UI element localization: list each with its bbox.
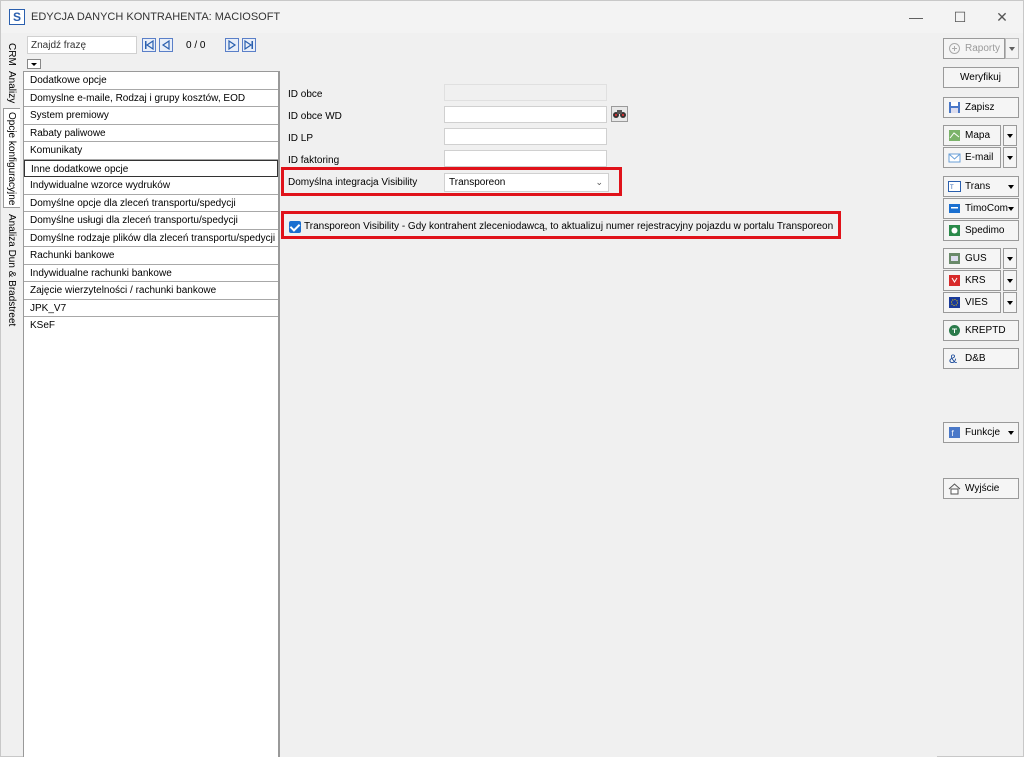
tab-analizy[interactable]: Analizy bbox=[3, 67, 20, 107]
raporty-dropdown[interactable] bbox=[1005, 38, 1019, 59]
mapa-button[interactable]: Mapa bbox=[943, 125, 1001, 146]
spedimo-button[interactable]: Spedimo bbox=[943, 220, 1019, 241]
list-filter-dropdown[interactable] bbox=[27, 59, 41, 69]
close-button[interactable]: ✕ bbox=[987, 7, 1017, 27]
window-title: EDYCJA DANYCH KONTRAHENTA: MACIOSOFT bbox=[31, 11, 281, 23]
binoculars-search-icon[interactable] bbox=[611, 106, 628, 122]
minimize-button[interactable]: — bbox=[901, 7, 931, 27]
id-obce-wd-label: ID obce WD bbox=[288, 111, 342, 122]
mapa-dropdown[interactable] bbox=[1003, 125, 1017, 146]
title-bar: S EDYCJA DANYCH KONTRAHENTA: MACIOSOFT —… bbox=[1, 1, 1023, 33]
eu-flag-icon bbox=[949, 297, 960, 308]
timocom-logo-icon bbox=[949, 204, 960, 213]
zapisz-button[interactable]: Zapisz bbox=[943, 97, 1019, 118]
id-faktoring-label: ID faktoring bbox=[288, 155, 340, 166]
envelope-icon bbox=[948, 153, 961, 163]
dnb-button[interactable]: & D&B bbox=[943, 348, 1019, 369]
raporty-button[interactable]: Raporty bbox=[943, 38, 1005, 59]
id-obce-field bbox=[444, 84, 607, 101]
krs-emblem-icon bbox=[949, 275, 960, 286]
list-item[interactable]: KSeF bbox=[24, 317, 278, 335]
gus-dropdown[interactable] bbox=[1003, 248, 1017, 269]
search-input[interactable]: Znajdź frazę bbox=[27, 36, 137, 54]
transporeon-visibility-checkbox[interactable] bbox=[289, 221, 301, 233]
visibility-integration-select[interactable]: Transporeon ⌄ bbox=[444, 173, 609, 192]
email-dropdown[interactable] bbox=[1003, 147, 1017, 168]
wyjscie-button[interactable]: Wyjście bbox=[943, 478, 1019, 499]
svg-text:&: & bbox=[949, 352, 957, 365]
chevron-down-icon: ⌄ bbox=[595, 177, 603, 187]
svg-text:T: T bbox=[950, 185, 954, 191]
tab-analiza-dnb[interactable]: Analiza Dun & Bradstreet bbox=[3, 210, 20, 330]
contractor-edit-window: S EDYCJA DANYCH KONTRAHENTA: MACIOSOFT —… bbox=[0, 0, 1024, 757]
list-item[interactable]: Domyślne rodzaje plików dla zleceń trans… bbox=[24, 230, 278, 247]
chevron-down-icon bbox=[1008, 431, 1014, 435]
gus-button[interactable]: GUS bbox=[943, 248, 1001, 269]
krs-dropdown[interactable] bbox=[1003, 270, 1017, 291]
result-counter: 0 / 0 bbox=[186, 40, 206, 51]
list-item[interactable]: Domyślne opcje dla zleceń transportu/spe… bbox=[24, 195, 278, 212]
maximize-button[interactable]: ☐ bbox=[945, 7, 975, 27]
krs-button[interactable]: KRS bbox=[943, 270, 1001, 291]
app-logo-icon: S bbox=[9, 9, 25, 25]
save-disk-icon bbox=[949, 102, 960, 113]
list-item[interactable]: Rachunki bankowe bbox=[24, 247, 278, 265]
reports-icon bbox=[949, 43, 960, 54]
tab-opcje-konfiguracyjne[interactable]: Opcje konfiguracyjne bbox=[3, 108, 20, 208]
visibility-integration-label: Domyślna integracja Visibility bbox=[288, 177, 418, 188]
list-item[interactable]: Rabaty paliwowe bbox=[24, 125, 278, 142]
kreptd-button[interactable]: KREPTD bbox=[943, 320, 1019, 341]
list-item[interactable]: Zajęcie wierzytelności / rachunki bankow… bbox=[24, 282, 278, 300]
options-list: Dodatkowe opcje Domyslne e-maile, Rodzaj… bbox=[23, 71, 279, 757]
id-obce-label: ID obce bbox=[288, 89, 323, 100]
visibility-selected-value: Transporeon bbox=[449, 177, 506, 188]
chevron-down-icon bbox=[1008, 185, 1014, 189]
list-item[interactable]: Domyslne e-maile, Rodzaj i grupy kosztów… bbox=[24, 90, 278, 107]
transporeon-visibility-label[interactable]: Transporeon Visibility - Gdy kontrahent … bbox=[304, 221, 833, 232]
map-icon bbox=[949, 130, 960, 141]
kreptd-logo-icon bbox=[949, 325, 960, 336]
list-item[interactable]: Indywidualne rachunki bankowe bbox=[24, 265, 278, 282]
id-lp-label: ID LP bbox=[288, 133, 314, 144]
vertical-tab-strip: CRM Analizy Opcje konfiguracyjne Analiza… bbox=[1, 35, 21, 755]
email-button[interactable]: E-mail bbox=[943, 147, 1001, 168]
functions-icon: f bbox=[949, 427, 960, 438]
weryfikuj-button[interactable]: Weryfikuj bbox=[943, 67, 1019, 88]
previous-result-icon[interactable] bbox=[159, 38, 173, 52]
first-result-icon[interactable] bbox=[142, 38, 156, 52]
id-faktoring-field[interactable] bbox=[444, 150, 607, 167]
trans-button[interactable]: T Trans bbox=[943, 176, 1019, 197]
list-item[interactable]: System premiowy bbox=[24, 107, 278, 125]
vies-button[interactable]: VIES bbox=[943, 292, 1001, 313]
funkcje-button[interactable]: f Funkcje bbox=[943, 422, 1019, 443]
list-item[interactable]: Domyślne usługi dla zleceń transportu/sp… bbox=[24, 212, 278, 230]
list-item[interactable]: Indywidualne wzorce wydruków bbox=[24, 177, 278, 195]
tab-crm[interactable]: CRM bbox=[3, 39, 20, 66]
home-exit-icon bbox=[948, 483, 961, 495]
id-obce-wd-field[interactable] bbox=[444, 106, 607, 123]
gus-logo-icon bbox=[949, 253, 960, 264]
trans-logo-icon: T bbox=[948, 181, 961, 192]
list-item[interactable]: Komunikaty bbox=[24, 142, 278, 160]
list-item[interactable]: JPK_V7 bbox=[24, 300, 278, 317]
list-item-selected[interactable]: Inne dodatkowe opcje bbox=[24, 159, 278, 177]
vies-dropdown[interactable] bbox=[1003, 292, 1017, 313]
last-result-icon[interactable] bbox=[242, 38, 256, 52]
list-item[interactable]: Dodatkowe opcje bbox=[24, 72, 278, 90]
dnb-logo-icon: & bbox=[949, 352, 957, 365]
chevron-down-icon bbox=[1008, 207, 1014, 211]
next-result-icon[interactable] bbox=[225, 38, 239, 52]
spedimo-logo-icon bbox=[949, 225, 960, 236]
timocom-button[interactable]: TimoCom bbox=[943, 198, 1019, 219]
id-lp-field[interactable] bbox=[444, 128, 607, 145]
